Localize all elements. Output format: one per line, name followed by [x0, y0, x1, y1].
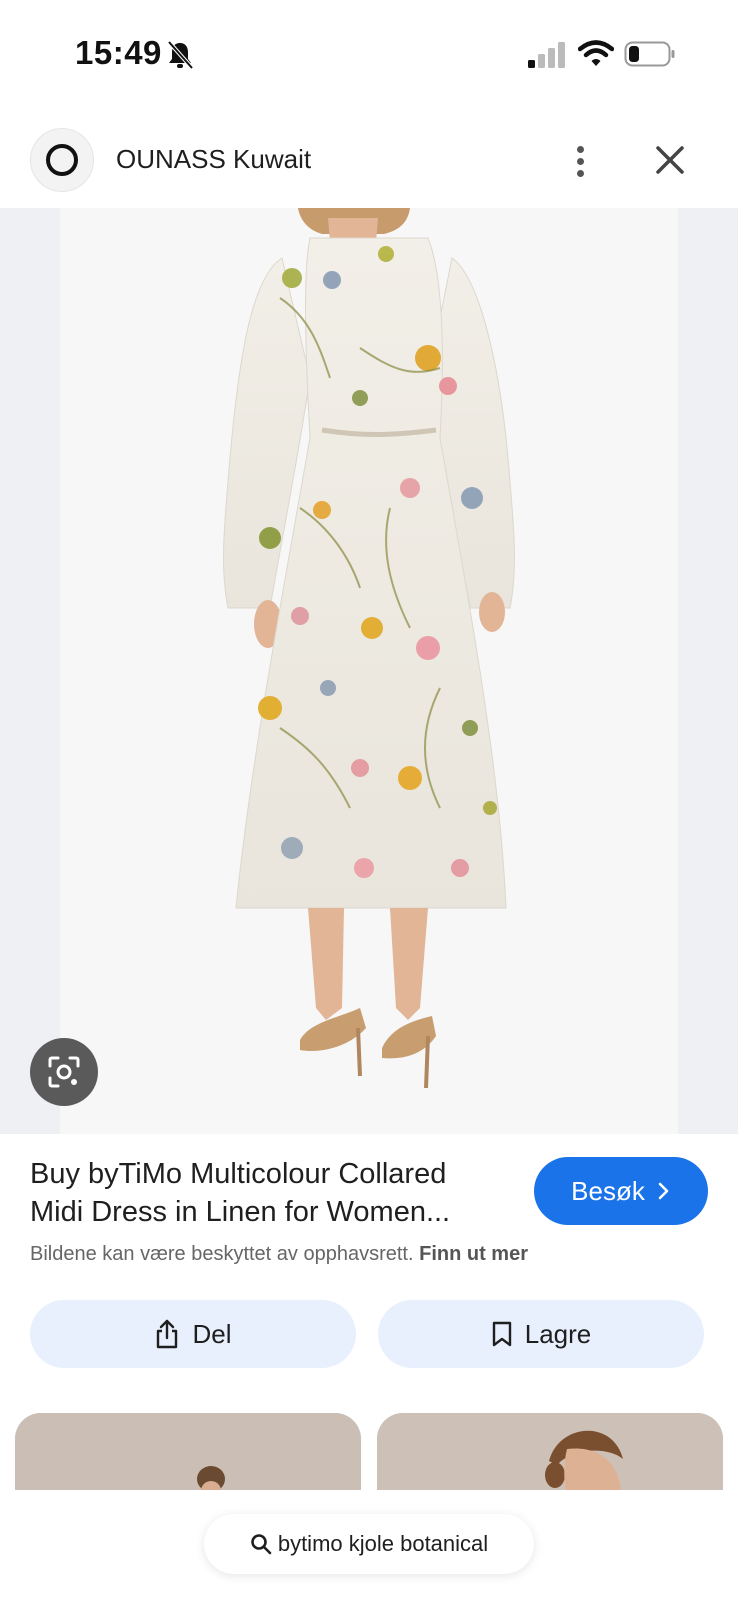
share-icon — [157, 1319, 178, 1349]
battery-icon — [624, 41, 675, 67]
search-query-text: bytimo kjole botanical — [277, 1531, 489, 1556]
share-label: Del — [192, 1318, 232, 1349]
visit-button-label: Besøk — [571, 1175, 645, 1206]
save-label: Lagre — [524, 1318, 592, 1349]
lens-icon — [48, 1056, 80, 1088]
more-vertical-icon — [576, 145, 584, 153]
status-bar: 15:49 — [0, 0, 738, 110]
visit-button[interactable]: Besøk — [534, 1157, 708, 1225]
bookmark-icon — [492, 1321, 511, 1347]
result-title-line-1: Buy byTiMo Multicolour Collared — [30, 1158, 447, 1190]
product-image — [60, 208, 678, 1134]
lens-search-button[interactable] — [30, 1038, 98, 1106]
dress-illustration — [223, 208, 515, 1089]
signal-icon — [528, 42, 565, 68]
more-options-button[interactable] — [560, 136, 600, 186]
site-logo[interactable] — [30, 128, 94, 192]
save-button[interactable]: Lagre — [378, 1300, 704, 1368]
copyright-notice: Bildene kan være beskyttet av opphavsret… — [30, 1243, 528, 1266]
chevron-right-icon — [658, 1182, 669, 1200]
search-icon — [251, 1534, 272, 1555]
result-title-line-2: Midi Dress in Linen for Women... — [30, 1196, 451, 1228]
result-header: OUNASS Kuwait — [0, 122, 738, 208]
image-viewer[interactable] — [0, 208, 738, 1134]
bell-slash-icon — [167, 40, 194, 70]
result-title[interactable]: Buy byTiMo Multicolour Collared Midi Dre… — [30, 1155, 510, 1231]
search-query-chip[interactable]: bytimo kjole botanical — [204, 1514, 534, 1574]
learn-more-link[interactable]: Finn ut mer — [419, 1243, 528, 1265]
status-time: 15:49 — [75, 34, 162, 71]
wifi-icon — [578, 40, 614, 66]
share-button[interactable]: Del — [30, 1300, 356, 1368]
site-name[interactable]: OUNASS Kuwait — [116, 144, 311, 175]
close-icon[interactable] — [648, 138, 692, 182]
copyright-text: Bildene kan være beskyttet av opphavsret… — [30, 1243, 414, 1265]
